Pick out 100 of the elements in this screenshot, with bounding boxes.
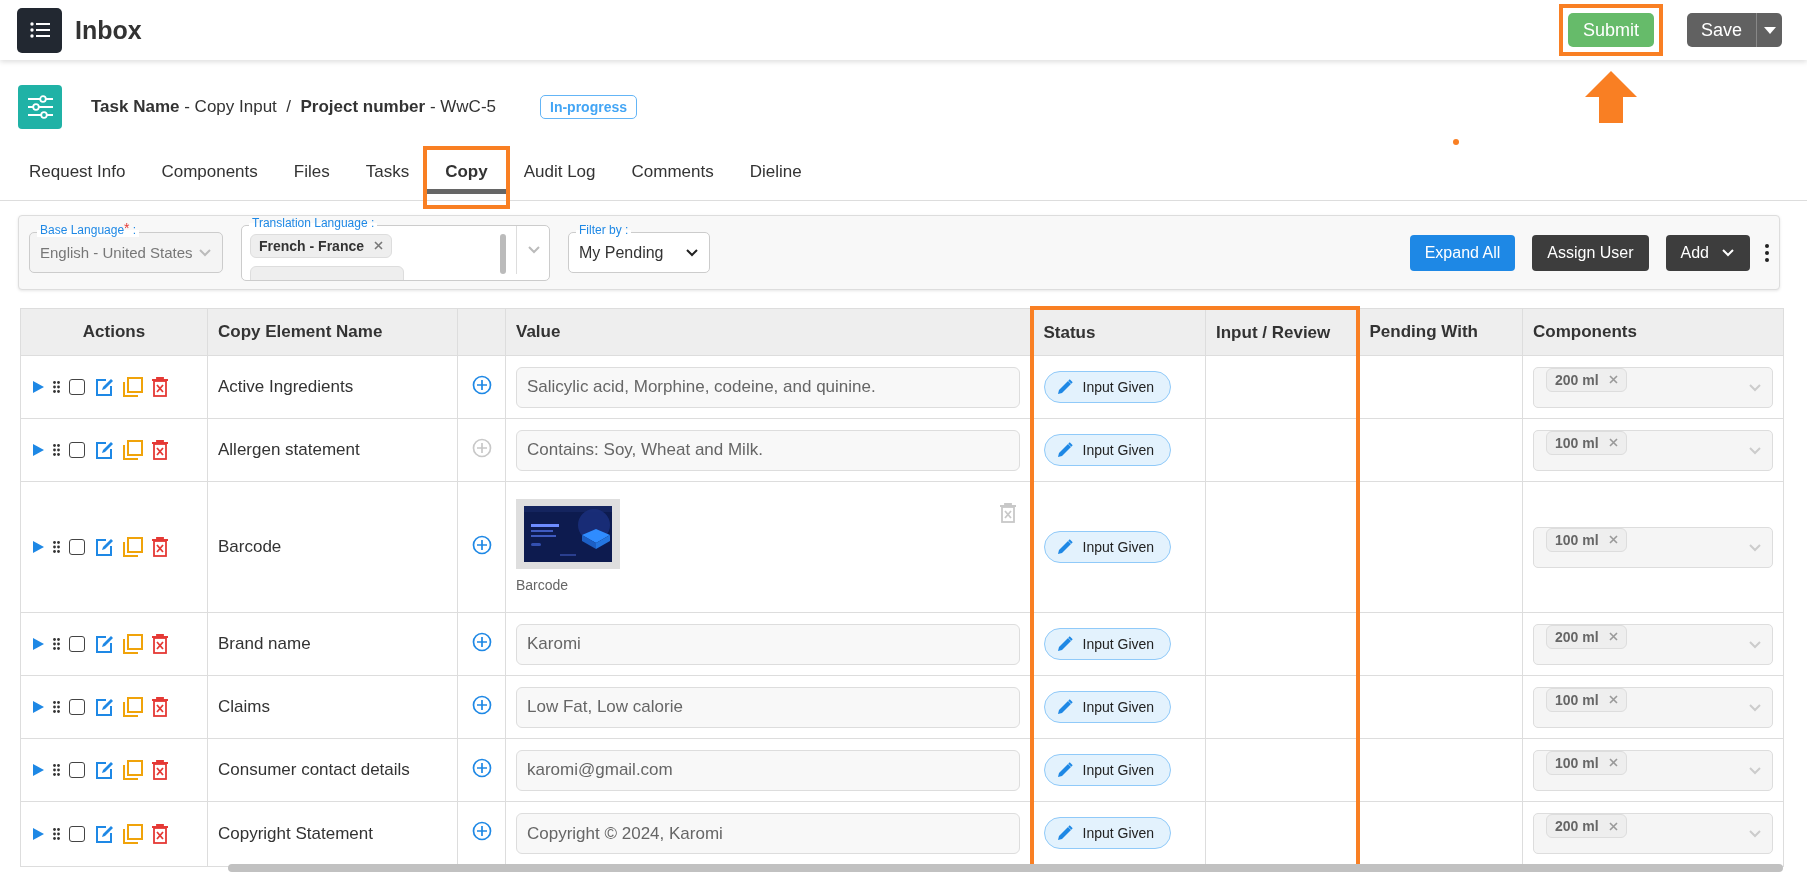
checkbox[interactable] [69, 379, 85, 395]
tab[interactable]: Audit Log [505, 150, 614, 194]
remove-icon [1608, 535, 1618, 544]
expand-all-button[interactable]: Expand All [1409, 234, 1516, 271]
add-button[interactable]: Add [1665, 234, 1750, 271]
components-select[interactable]: 100 ml [1533, 686, 1773, 728]
expand-icon [33, 764, 44, 776]
remove-icon [1608, 821, 1618, 831]
components-select[interactable]: 200 ml [1533, 813, 1773, 855]
tag-chip[interactable]: 200 ml [1546, 814, 1627, 839]
value-field[interactable]: Karomi [516, 623, 1020, 665]
drag-handle-icon [53, 444, 60, 456]
value-field[interactable]: karomi@gmail.com [516, 749, 1020, 791]
expand-icon [33, 541, 44, 553]
status-button[interactable]: Input Given [1043, 691, 1172, 723]
copy-icon [123, 634, 143, 654]
pencil-icon [1056, 442, 1073, 458]
value-field[interactable]: Copyright © 2024, Karomi [516, 813, 1020, 855]
components-select[interactable]: 100 ml [1533, 749, 1773, 791]
components-select[interactable]: 100 ml [1533, 526, 1773, 568]
chevron-icon [1748, 829, 1762, 839]
image-caption: Barcode [516, 577, 570, 593]
remove-icon [1608, 758, 1618, 767]
field-label: Filter by : [576, 223, 632, 237]
field-label: Translation Language : [249, 215, 378, 230]
drag-handle-icon [53, 701, 60, 713]
status-button[interactable]: Input Given [1043, 531, 1172, 563]
expand-icon [33, 638, 44, 650]
tab[interactable]: Comments [613, 150, 732, 194]
select-value: My Pending [579, 243, 664, 262]
chevron-icon [1748, 542, 1762, 552]
chevron-icon [198, 248, 212, 257]
tag-chip[interactable]: French - France [250, 233, 393, 258]
expand-icon [33, 444, 44, 456]
task-title: Task Name - Copy Input / Project number - WwC-5 [91, 97, 496, 117]
more-icon [1765, 243, 1769, 262]
menu-button[interactable] [17, 7, 62, 53]
status-button[interactable]: Input Given [1043, 371, 1172, 403]
checkbox[interactable] [69, 825, 85, 842]
chevron-icon [1748, 382, 1762, 392]
pencil-icon [1056, 379, 1073, 395]
status-button[interactable]: Input Given [1043, 628, 1172, 660]
tab[interactable]: Files [275, 150, 348, 194]
delete-icon [152, 377, 168, 397]
components-select[interactable]: 100 ml [1533, 429, 1773, 471]
value-field[interactable]: Contains: Soy, Wheat and Milk. [516, 429, 1020, 471]
status-button[interactable]: Input Given [1043, 754, 1172, 786]
checkbox[interactable] [69, 442, 85, 458]
tag-chip[interactable]: 200 ml [1546, 624, 1627, 649]
chevron-icon [685, 248, 699, 257]
chevron-icon [1721, 248, 1735, 257]
tab[interactable]: Components [143, 150, 276, 194]
drag-handle-icon [53, 764, 60, 776]
table-cell: Active Ingredients [207, 355, 458, 419]
remove-icon [1608, 375, 1618, 384]
delete-icon [152, 440, 168, 460]
chevron-icon [1748, 702, 1762, 712]
copy-icon [123, 440, 143, 460]
tab[interactable]: Copy [427, 150, 506, 194]
edit-icon [94, 634, 114, 654]
expand-icon [33, 827, 44, 840]
tab[interactable]: Dieline [731, 150, 820, 194]
dropdown-button[interactable] [1756, 13, 1782, 47]
checkbox[interactable] [69, 636, 85, 652]
remove-icon [1608, 632, 1618, 641]
pencil-icon [1056, 699, 1073, 715]
table-cell: Brand name [207, 612, 458, 676]
drag-handle-icon [53, 541, 60, 553]
value-field[interactable]: Low Fat, Low calorie [516, 686, 1020, 728]
status-badge: In-progress [540, 95, 637, 119]
components-select[interactable]: 200 ml [1533, 366, 1773, 408]
save-button[interactable]: Save [1686, 13, 1756, 47]
edit-icon [94, 377, 114, 397]
tag-chip[interactable]: 100 ml [1546, 687, 1627, 712]
value-field[interactable]: Salicylic acid, Morphine, codeine, and quinine. [516, 366, 1020, 408]
delete-icon [152, 760, 168, 780]
drag-handle-icon [53, 827, 60, 840]
tab[interactable]: Tasks [347, 150, 428, 194]
scrollbar [500, 233, 506, 274]
checkbox[interactable] [69, 539, 85, 555]
checkbox[interactable] [69, 699, 85, 715]
chevron-icon [1748, 765, 1762, 775]
tag-chip[interactable]: 100 ml [1546, 527, 1627, 552]
edit-icon [94, 760, 114, 780]
remove-icon [1608, 695, 1618, 704]
tag-chip[interactable]: 200 ml [1546, 367, 1627, 392]
assign-user-button[interactable]: Assign User [1532, 234, 1649, 271]
checkbox[interactable] [69, 762, 85, 778]
edit-icon [94, 537, 114, 557]
delete-icon [152, 634, 168, 654]
column-header: Pending With [1357, 308, 1523, 356]
status-button[interactable]: Input Given [1043, 817, 1172, 849]
status-button[interactable]: Input Given [1043, 434, 1172, 466]
tag-chip[interactable]: 100 ml [1546, 430, 1627, 455]
components-select[interactable]: 200 ml [1533, 623, 1773, 665]
tag-chip[interactable]: 100 ml [1546, 750, 1627, 775]
remove-icon [374, 241, 384, 250]
tab[interactable]: Request Info [11, 150, 144, 194]
annotation-dot [1453, 139, 1459, 145]
expand-icon [33, 381, 44, 393]
